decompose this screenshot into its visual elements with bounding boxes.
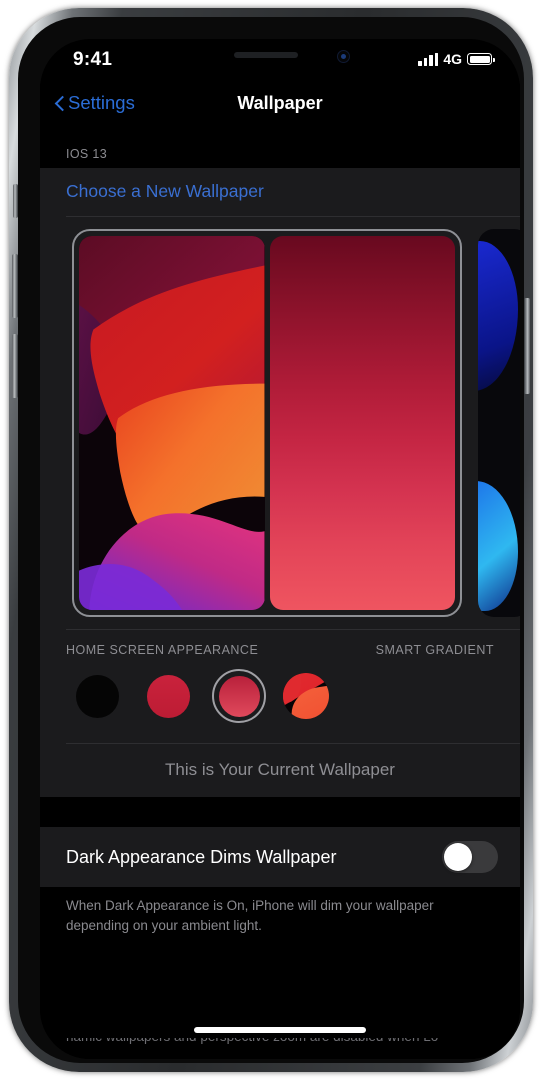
appearance-block: HOME SCREEN APPEARANCE SMART GRADIENT	[40, 630, 520, 743]
next-wallpaper-thumbnail[interactable]	[478, 229, 520, 617]
ios13-abstract-wave-graphic	[79, 236, 265, 610]
gradient-swatch-selected[interactable]	[212, 669, 266, 723]
status-time: 9:41	[73, 49, 113, 70]
settings-content: iOS 13 Choose a New Wallpaper	[40, 125, 520, 1059]
light-swatch[interactable]	[141, 669, 195, 723]
ios-version-header: iOS 13	[66, 147, 108, 161]
power-button[interactable]	[524, 298, 530, 394]
earpiece-speaker-icon	[234, 52, 298, 58]
battery-full-icon	[467, 53, 495, 65]
wallpaper-carousel[interactable]	[40, 217, 520, 629]
dark-appearance-toggle[interactable]	[442, 841, 498, 873]
status-indicators: 4G	[418, 51, 495, 67]
clipped-footer-label: namic wallpapers and perspective zoom ar…	[66, 1038, 500, 1044]
signal-bars-icon	[418, 52, 439, 66]
appearance-swatch-row	[40, 657, 520, 737]
smart-gradient-label: SMART GRADIENT	[375, 643, 494, 657]
front-camera-icon	[337, 50, 350, 63]
dark-appearance-row[interactable]: Dark Appearance Dims Wallpaper	[40, 827, 520, 887]
network-type-label: 4G	[443, 51, 462, 67]
light-swatch-fill	[146, 674, 190, 718]
dark-swatch[interactable]	[70, 669, 124, 723]
phone-screen: 9:41 4G Settings Wallpaper IOS 13 Choose…	[40, 39, 520, 1059]
appearance-labels: HOME SCREEN APPEARANCE SMART GRADIENT	[40, 630, 520, 657]
blue-wallpaper-shape-top	[478, 241, 518, 391]
blue-wallpaper-shape-bottom	[478, 481, 518, 611]
device-notch	[166, 39, 394, 73]
dark-appearance-footer: When Dark Appearance is On, iPhone will …	[66, 898, 434, 933]
wallpaper-preview-swatch[interactable]	[283, 673, 329, 719]
current-wallpaper-note: This is Your Current Wallpaper	[165, 760, 395, 779]
navigation-bar: Settings Wallpaper	[40, 81, 520, 125]
selected-wallpaper-pair[interactable]	[72, 229, 462, 617]
home-indicator[interactable]	[194, 1027, 366, 1033]
toggle-knob	[444, 843, 472, 871]
dark-appearance-label: Dark Appearance Dims Wallpaper	[66, 846, 337, 867]
iphone-device-frame: 9:41 4G Settings Wallpaper IOS 13 Choose…	[9, 8, 533, 1072]
clipped-footer-text: namic wallpapers and perspective zoom ar…	[66, 1038, 500, 1047]
dark-swatch-fill	[75, 674, 119, 718]
page-title: Wallpaper	[237, 93, 323, 113]
home-screen-wallpaper-thumbnail[interactable]	[269, 236, 455, 610]
wallpaper-card: Choose a New Wallpaper HOME SCREEN APPEA…	[40, 168, 520, 797]
device-bezel: 9:41 4G Settings Wallpaper IOS 13 Choose…	[18, 17, 524, 1063]
gradient-swatch-fill	[218, 675, 260, 717]
choose-new-wallpaper-button[interactable]: Choose a New Wallpaper	[40, 168, 520, 216]
dark-appearance-section: Dark Appearance Dims Wallpaper When Dark…	[40, 827, 520, 935]
lock-screen-wallpaper-thumbnail[interactable]	[79, 236, 265, 610]
home-screen-appearance-label: HOME SCREEN APPEARANCE	[66, 643, 259, 657]
battery-fill	[469, 55, 490, 63]
